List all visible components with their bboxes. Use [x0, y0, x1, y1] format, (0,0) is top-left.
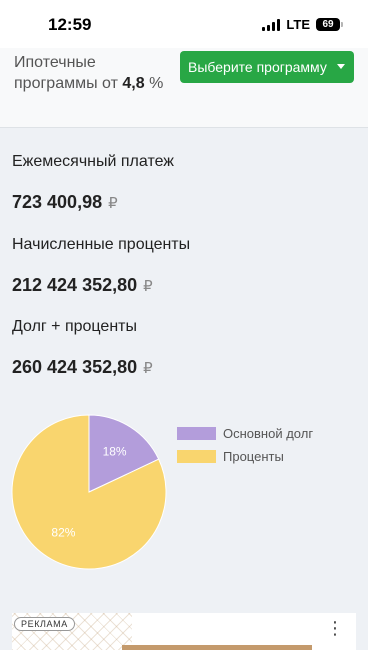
total-label: Долг + проценты — [12, 318, 137, 335]
chart-legend: Основной долг Проценты — [177, 422, 313, 468]
caret-down-icon — [337, 64, 345, 69]
status-time: 12:59 — [48, 15, 92, 34]
legend-swatch — [177, 427, 216, 440]
legend-swatch — [177, 450, 216, 463]
more-vertical-icon[interactable]: ⋮ — [326, 619, 344, 637]
mortgage-rate: 4,8 — [122, 75, 145, 92]
pie-slice-label-2: 82% — [51, 525, 75, 539]
ad-badge: РЕКЛАМА — [14, 617, 75, 631]
total-value: 260 424 352,80 ₽ — [12, 357, 153, 378]
ad-banner[interactable]: РЕКЛАМА ⋮ — [12, 613, 356, 650]
monthly-payment-value: 723 400,98 ₽ — [12, 192, 118, 213]
select-program-label: Выберите программу — [188, 59, 327, 75]
payment-pie-chart: 18% 82% — [11, 414, 167, 570]
ruble-icon: ₽ — [143, 278, 153, 295]
mortgage-prefix: Ипотечные программы от — [14, 54, 118, 92]
accrued-interest-label: Начисленные проценты — [12, 236, 191, 253]
accrued-interest-value: 212 424 352,80 ₽ — [12, 275, 153, 296]
ad-stripe — [122, 645, 312, 650]
monthly-payment-label: Ежемесячный платеж — [12, 153, 175, 170]
legend-item-1[interactable]: Основной долг — [177, 422, 313, 445]
cellular-signal-icon — [262, 18, 281, 31]
ruble-icon: ₽ — [108, 195, 118, 212]
legend-item-2[interactable]: Проценты — [177, 445, 313, 468]
mortgage-rate-text: Ипотечные программы от 4,8 % — [14, 52, 164, 94]
status-bar: 12:59 LTE 69 — [0, 0, 368, 48]
legend-label: Основной долг — [223, 426, 314, 441]
battery-level: 69 — [322, 19, 334, 30]
total-amount: 260 424 352,80 — [12, 357, 138, 377]
mortgage-program-card: Ипотечные программы от 4,8 % Выберите пр… — [0, 48, 368, 128]
network-type: LTE — [286, 17, 310, 32]
select-program-button[interactable]: Выберите программу — [180, 51, 354, 83]
status-indicators: LTE 69 — [262, 17, 343, 32]
legend-label: Проценты — [223, 449, 284, 464]
mortgage-suffix: % — [149, 75, 164, 92]
battery-icon: 69 — [316, 18, 343, 31]
pie-slice-label-1: 18% — [103, 445, 127, 459]
ruble-icon: ₽ — [143, 360, 153, 377]
monthly-payment-amount: 723 400,98 — [12, 192, 103, 212]
accrued-interest-amount: 212 424 352,80 — [12, 275, 138, 295]
